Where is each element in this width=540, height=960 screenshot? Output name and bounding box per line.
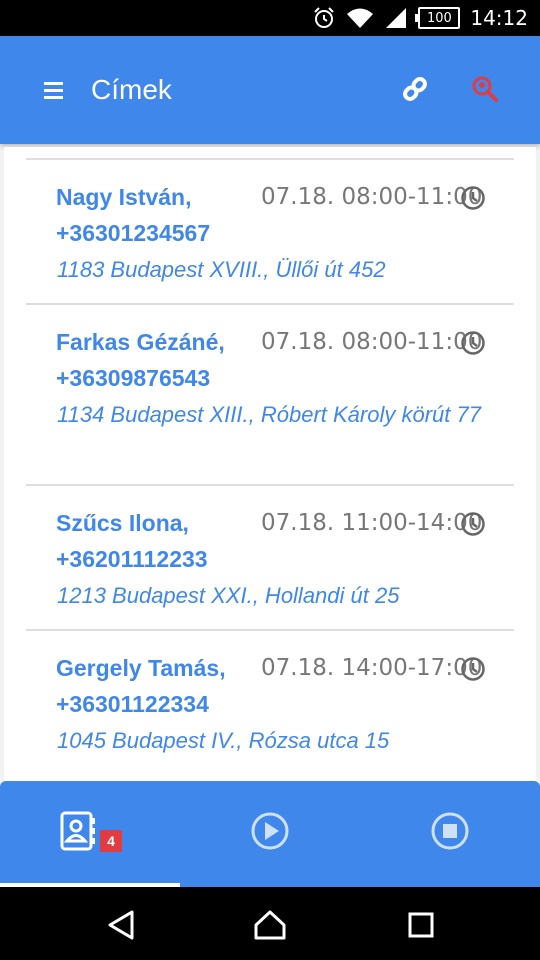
home-icon[interactable] bbox=[253, 909, 287, 941]
alarm-icon bbox=[314, 7, 335, 28]
recents-icon[interactable] bbox=[407, 911, 435, 939]
stop-icon[interactable] bbox=[430, 811, 470, 851]
contact-phone: +36301234567 bbox=[56, 220, 211, 246]
contact-phone: +36301122334 bbox=[56, 691, 209, 717]
page-title: Címek bbox=[91, 74, 172, 105]
clock-icon bbox=[461, 331, 485, 355]
contact-address: 1183 Budapest XVIII., Üllői út 452 bbox=[57, 257, 386, 282]
bottom-navigation bbox=[0, 781, 540, 887]
clock-icon bbox=[461, 186, 485, 210]
clock-icon bbox=[461, 657, 485, 681]
system-navigation-bar bbox=[0, 887, 540, 960]
contact-phone: +36201112233 bbox=[56, 546, 208, 572]
count-badge: 4 bbox=[100, 830, 122, 852]
contact-name: Szűcs Ilona, bbox=[56, 510, 189, 536]
link-icon[interactable] bbox=[400, 74, 430, 104]
list-item[interactable]: Szűcs Ilona, 07.18. 11:00-14:00 +3620111… bbox=[26, 484, 514, 631]
list-item[interactable]: Gergely Tamás, 07.18. 14:00-17:00 +36301… bbox=[26, 629, 514, 786]
play-icon[interactable] bbox=[250, 811, 290, 851]
list-item[interactable]: Nagy István, 07.18. 08:00-11:00 +3630123… bbox=[26, 158, 514, 305]
status-bar: 100 14:12 bbox=[0, 0, 540, 36]
contact-name: Nagy István, bbox=[56, 184, 192, 210]
time-window: 07.18. 08:00-11:00 bbox=[261, 329, 483, 355]
clock-icon bbox=[461, 512, 485, 536]
contact-name: Farkas Gézáné, bbox=[56, 329, 225, 355]
battery-indicator: 100 bbox=[415, 7, 461, 29]
list-item[interactable]: Farkas Gézáné, 07.18. 08:00-11:00 +36309… bbox=[26, 303, 514, 486]
clock-time: 14:12 bbox=[470, 6, 528, 30]
contact-phone: +36309876543 bbox=[56, 365, 211, 391]
time-window: 07.18. 11:00-14:00 bbox=[261, 510, 483, 536]
contact-address: 1213 Budapest XXI., Hollandi út 25 bbox=[57, 583, 400, 608]
contact-name: Gergely Tamás, bbox=[56, 655, 226, 681]
search-location-icon[interactable] bbox=[470, 74, 500, 104]
time-window: 07.18. 08:00-11:00 bbox=[261, 184, 483, 210]
time-window: 07.18. 14:00-17:00 bbox=[261, 655, 483, 681]
menu-icon[interactable] bbox=[44, 81, 64, 99]
contact-address: 1045 Budapest IV., Rózsa utca 15 bbox=[57, 728, 390, 753]
app-bar: Címek bbox=[0, 36, 540, 144]
back-icon[interactable] bbox=[106, 909, 136, 941]
signal-icon bbox=[386, 8, 407, 28]
wifi-icon bbox=[347, 8, 374, 28]
contact-address: 1134 Budapest XIII., Róbert Károly körút… bbox=[57, 402, 481, 427]
address-list: Nagy István, 07.18. 08:00-11:00 +3630123… bbox=[4, 147, 536, 787]
contacts-icon[interactable] bbox=[58, 810, 98, 852]
